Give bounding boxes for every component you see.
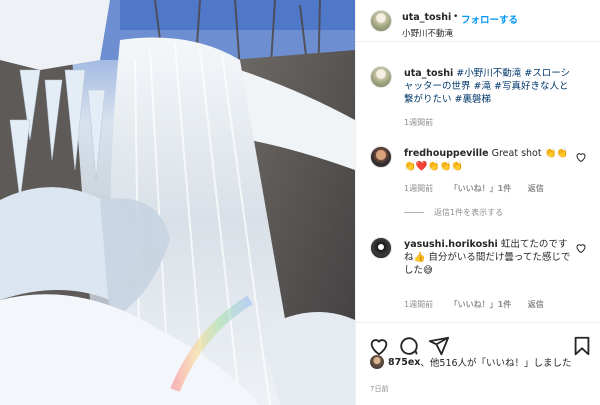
comment-heart-icon[interactable] <box>575 151 587 163</box>
follow-button[interactable]: フォローする <box>461 12 518 26</box>
post-side-panel: uta_toshi • フォローする 小野川不動滝 uta_toshi #小野川… <box>355 0 600 405</box>
caption-avatar[interactable] <box>370 66 392 88</box>
caption-username[interactable]: uta_toshi <box>404 68 453 79</box>
owner-username[interactable]: uta_toshi <box>402 12 451 23</box>
replies-divider <box>404 212 424 213</box>
paper-plane-icon[interactable] <box>428 335 450 357</box>
reply-button[interactable]: 返信 <box>528 300 544 309</box>
heart-icon[interactable] <box>368 335 390 357</box>
comment-body: fredhouppeville Great shot 👏👏👏❤️👏👏👏 <box>404 147 574 173</box>
likes-summary: 875ex 、他516人が「いいね！」しました <box>370 355 572 369</box>
comment-time[interactable]: 1週間前 <box>404 300 433 309</box>
reply-button[interactable]: 返信 <box>528 184 544 193</box>
comment-username[interactable]: yasushi.horikoshi <box>404 239 498 250</box>
post-timestamp[interactable]: 7日前 <box>370 384 388 394</box>
waterfall-image <box>0 0 355 405</box>
comment-meta: 1週間前 「いいね！」1件 返信 <box>404 183 558 194</box>
post-header: uta_toshi • フォローする 小野川不動滝 <box>356 0 600 42</box>
comment-likes[interactable]: 「いいね！」1件 <box>450 184 512 193</box>
comment-body: yasushi.horikoshi 虹出てたのですね👍 自分がいる間だけ曇ってた… <box>404 238 574 277</box>
bookmark-icon[interactable] <box>571 335 593 357</box>
instagram-post: uta_toshi • フォローする 小野川不動滝 uta_toshi #小野川… <box>0 0 600 405</box>
liker-avatar[interactable] <box>370 355 384 369</box>
location-link[interactable]: 小野川不動滝 <box>402 27 453 39</box>
separator-dot: • <box>453 12 459 22</box>
liker-username[interactable]: 875ex <box>388 357 420 368</box>
comment-icon[interactable] <box>398 335 420 357</box>
post-photo[interactable] <box>0 0 355 405</box>
commenter-avatar[interactable] <box>370 146 392 168</box>
likes-text[interactable]: 、他516人が「いいね！」しました <box>420 355 571 369</box>
comment-time[interactable]: 1週間前 <box>404 184 433 193</box>
comment-meta: 1週間前 「いいね！」1件 返信 <box>404 299 558 310</box>
comment-heart-icon[interactable] <box>575 242 587 254</box>
owner-avatar[interactable] <box>370 10 392 32</box>
commenter-avatar[interactable] <box>370 237 392 259</box>
view-replies-label: 返信1件を表示する <box>434 208 504 217</box>
comment-likes[interactable]: 「いいね！」1件 <box>450 300 512 309</box>
caption-time[interactable]: 1週間前 <box>404 118 433 127</box>
comment-username[interactable]: fredhouppeville <box>404 148 489 159</box>
view-replies-button[interactable]: 返信1件を表示する <box>404 207 503 218</box>
caption-body: uta_toshi #小野川不動滝 #スローシャッターの世界 #滝 #写真好きな… <box>404 67 574 106</box>
caption-meta: 1週間前 <box>404 117 447 128</box>
